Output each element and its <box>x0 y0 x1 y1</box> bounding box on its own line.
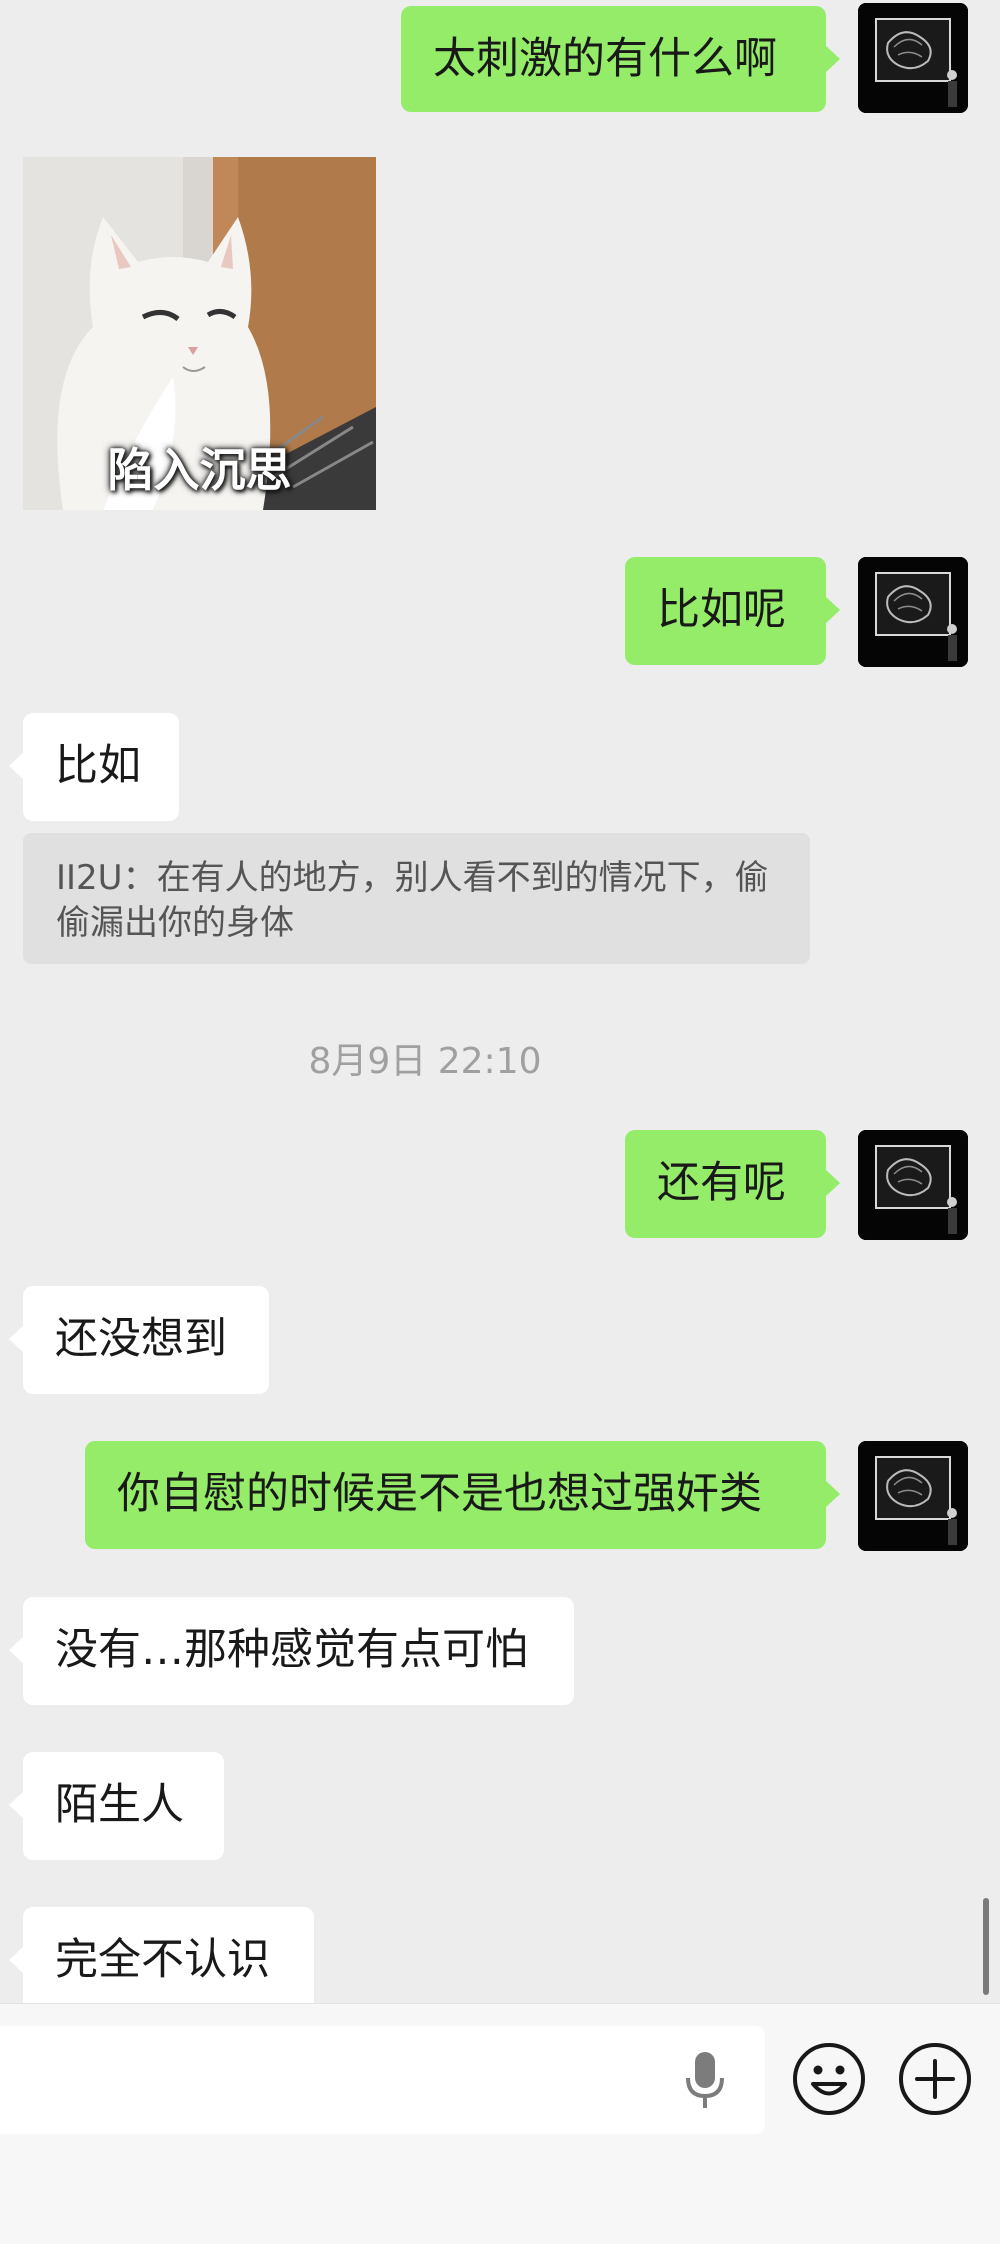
message-text: 你自慰的时候是不是也想过强奸类 <box>117 1469 762 1519</box>
message-bubble-incoming[interactable]: 完全不认识 <box>9 1907 314 2003</box>
sticker-image[interactable]: 陷入沉思 <box>23 157 376 510</box>
message-bubble-outgoing[interactable]: 还有呢 <box>625 1130 840 1238</box>
avatar-image <box>858 3 968 113</box>
message-bubble-outgoing[interactable]: 你自慰的时候是不是也想过强奸类 <box>85 1441 840 1549</box>
chat-area[interactable]: 太刺激的有什么啊 陷入沉思 比如呢 比如 II2U：在有人的地方，别人看不到的情… <box>0 0 1000 2003</box>
avatar-image <box>858 1441 968 1551</box>
message-bubble-incoming[interactable]: 还没想到 <box>9 1286 269 1394</box>
quote-text: II2U：在有人的地方，别人看不到的情况下，偷偷漏出你的身体 <box>56 858 769 943</box>
emoji-icon[interactable] <box>791 2041 867 2117</box>
message-bubble-outgoing[interactable]: 比如呢 <box>625 557 840 665</box>
quoted-message[interactable]: II2U：在有人的地方，别人看不到的情况下，偷偷漏出你的身体 <box>23 833 810 964</box>
scrollbar[interactable] <box>983 1898 989 1995</box>
message-text: 没有…那种感觉有点可怕 <box>55 1625 528 1675</box>
message-bubble-incoming[interactable]: 比如 <box>9 713 179 821</box>
input-bar <box>0 2003 1000 2244</box>
message-text: 完全不认识 <box>55 1935 270 1985</box>
self-avatar[interactable] <box>858 557 968 667</box>
message-text: 太刺激的有什么啊 <box>433 34 777 84</box>
message-bubble-incoming[interactable]: 陌生人 <box>9 1752 224 1860</box>
message-text: 陌生人 <box>55 1780 184 1830</box>
microphone-icon[interactable] <box>683 2050 727 2112</box>
self-avatar[interactable] <box>858 1441 968 1551</box>
self-avatar[interactable] <box>858 3 968 113</box>
message-text: 比如 <box>55 741 141 791</box>
message-text: 还有呢 <box>657 1158 786 1208</box>
avatar-image <box>858 557 968 667</box>
sticker-caption: 陷入沉思 <box>107 443 292 497</box>
avatar-image <box>858 1130 968 1240</box>
message-text: 比如呢 <box>657 585 786 635</box>
message-bubble-outgoing[interactable]: 太刺激的有什么啊 <box>401 6 840 112</box>
self-avatar[interactable] <box>858 1130 968 1240</box>
message-input[interactable] <box>0 2026 765 2134</box>
timestamp: 8月9日 22:10 <box>308 1041 542 1082</box>
message-bubble-incoming[interactable]: 没有…那种感觉有点可怕 <box>9 1597 574 1705</box>
plus-icon[interactable] <box>897 2041 973 2117</box>
message-text: 还没想到 <box>55 1314 227 1364</box>
